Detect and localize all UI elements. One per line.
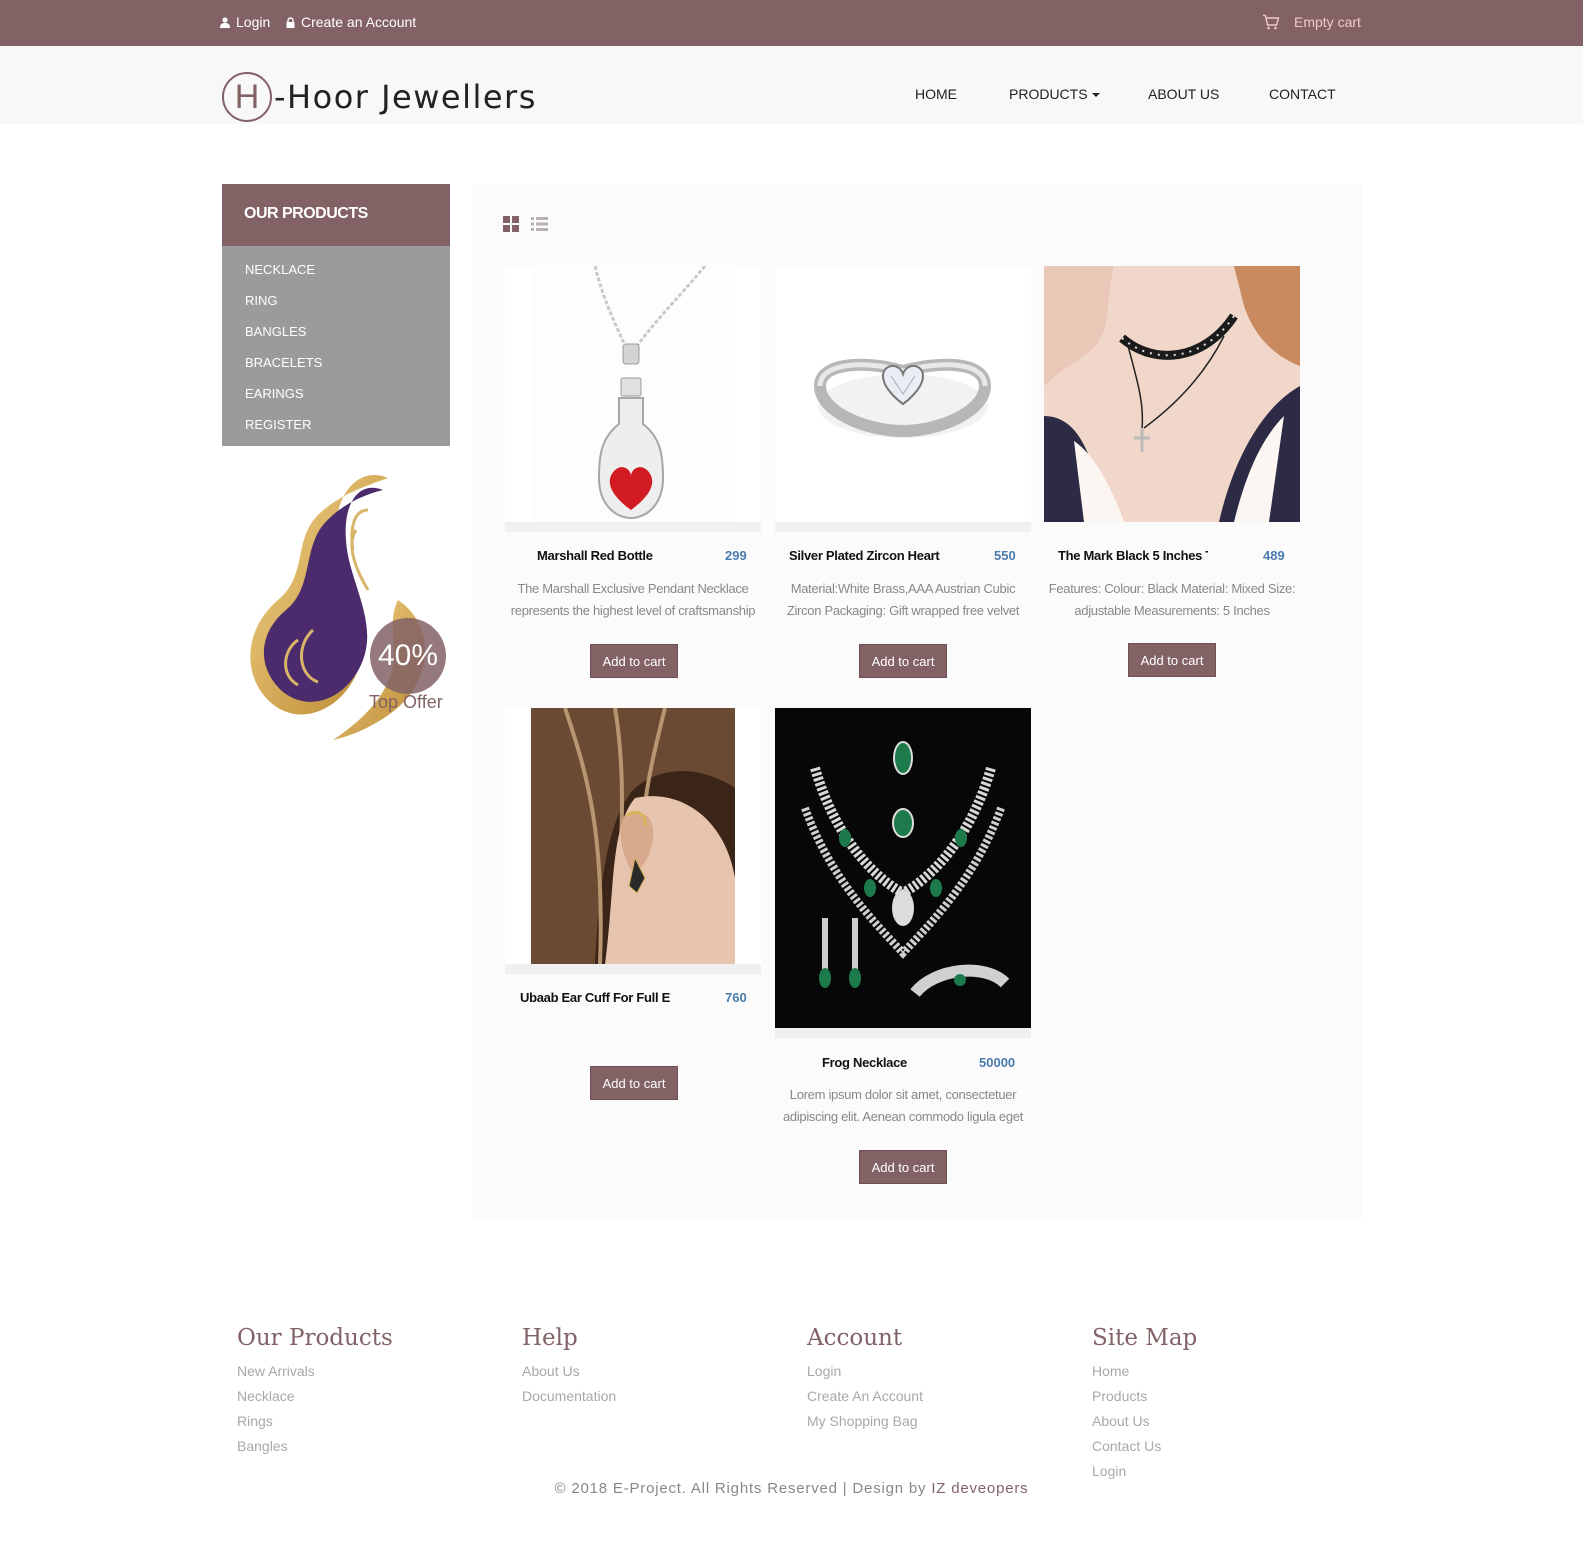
add-to-cart-button[interactable]: Add to cart — [590, 1066, 678, 1100]
promo-percent-badge: 40% — [370, 618, 446, 694]
footer-link[interactable]: About Us — [522, 1363, 616, 1388]
product-description-line: Zircon Packaging: Gift wrapped free velv… — [786, 603, 1020, 618]
footer-column-products: Our Products New Arrivals Necklace Rings… — [237, 1325, 393, 1463]
create-account-label: Create an Account — [301, 14, 417, 30]
copyright-text: © 2018 E-Project. All Rights Reserved | … — [554, 1480, 927, 1497]
card-divider — [775, 1028, 1031, 1038]
nav-products[interactable]: PRODUCTS — [1009, 86, 1100, 102]
list-view-icon[interactable] — [531, 216, 548, 232]
promo-label: Top Offer — [369, 692, 443, 712]
footer-link[interactable]: Products — [1092, 1388, 1197, 1413]
sidebar-title: OUR PRODUCTS — [222, 184, 450, 246]
product-description: Material:White Brass,AAA Austrian Cubic Z… — [775, 578, 1031, 622]
footer-link[interactable]: Documentation — [522, 1388, 616, 1413]
card-divider — [505, 964, 761, 974]
footer-link[interactable]: Bangles — [237, 1438, 393, 1463]
product-price: 489 — [1263, 548, 1285, 563]
sidebar-item-register[interactable]: REGISTER — [222, 409, 450, 440]
product-description-line: represents the highest level of craftsma… — [510, 603, 756, 618]
footer-link[interactable]: Create An Account — [807, 1388, 923, 1413]
sidebar-item-necklace[interactable]: NECKLACE — [222, 254, 450, 285]
sidebar-item-ring[interactable]: RING — [222, 285, 450, 316]
nav-home[interactable]: HOME — [915, 86, 957, 102]
choker-model-image — [1044, 266, 1300, 522]
footer-link[interactable]: Home — [1092, 1363, 1197, 1388]
add-to-cart-button[interactable]: Add to cart — [859, 1150, 947, 1184]
footer-heading: Help — [522, 1325, 578, 1351]
create-account-link[interactable]: Create an Account — [286, 14, 416, 30]
footer-heading: Site Map — [1092, 1325, 1198, 1351]
footer-column-account: Account Login Create An Account My Shopp… — [807, 1325, 923, 1438]
footer-link[interactable]: Login — [807, 1363, 923, 1388]
product-price: 299 — [725, 548, 747, 563]
top-bar: Login Create an Account Empty cart — [0, 0, 1583, 46]
footer-link[interactable]: My Shopping Bag — [807, 1413, 923, 1438]
footer-link[interactable]: About Us — [1092, 1413, 1197, 1438]
copyright: © 2018 E-Project. All Rights Reserved | … — [0, 1480, 1583, 1497]
product-image[interactable] — [505, 708, 761, 964]
product-description-line: adjustable Measurements: 5 Inches — [1074, 603, 1270, 618]
bottle-pendant-image — [531, 266, 735, 522]
grid-view-icon[interactable] — [503, 216, 519, 232]
ear-cuff-model-image — [531, 708, 735, 964]
sidebar-menu: NECKLACE RING BANGLES BRACELETS EARINGS … — [222, 246, 450, 446]
card-divider — [1044, 522, 1300, 532]
product-image[interactable] — [775, 708, 1031, 1028]
card-divider — [505, 522, 761, 532]
footer-link[interactable]: Contact Us — [1092, 1438, 1197, 1463]
footer-heading: Our Products — [237, 1325, 393, 1351]
login-link[interactable]: Login — [220, 14, 270, 30]
product-name[interactable]: Frog Necklace — [822, 1055, 942, 1070]
product-description: Lorem ipsum dolor sit amet, consectetuer… — [775, 1084, 1031, 1128]
product-price: 760 — [725, 990, 747, 1005]
site-header: H -Hoor Jewellers HOME PRODUCTS ABOUT US… — [0, 46, 1583, 124]
add-to-cart-button[interactable]: Add to cart — [1128, 643, 1216, 677]
designer-link[interactable]: IZ deveopers — [931, 1480, 1028, 1497]
cart-label: Empty cart — [1294, 14, 1361, 30]
nav-contact[interactable]: CONTACT — [1269, 86, 1336, 102]
product-image[interactable] — [1044, 266, 1300, 522]
logo-text: -Hoor Jewellers — [274, 78, 537, 116]
add-to-cart-button[interactable]: Add to cart — [859, 644, 947, 678]
footer-link[interactable]: Rings — [237, 1413, 393, 1438]
caret-down-icon — [1091, 93, 1100, 98]
product-image[interactable] — [505, 266, 761, 522]
sidebar-item-earings[interactable]: EARINGS — [222, 378, 450, 409]
product-description-line: Lorem ipsum dolor sit amet, consectetuer — [789, 1087, 1017, 1102]
product-description-line: Features: Colour: Black Material: Mixed … — [1048, 581, 1296, 596]
sidebar-item-bangles[interactable]: BANGLES — [222, 316, 450, 347]
card-divider — [775, 522, 1031, 532]
product-name[interactable]: Ubaab Ear Cuff For Full Ea — [520, 990, 670, 1005]
cart-icon — [1263, 14, 1280, 30]
add-to-cart-button[interactable]: Add to cart — [590, 644, 678, 678]
product-description: The Marshall Exclusive Pendant Necklace r… — [505, 578, 761, 622]
sidebar-item-bracelets[interactable]: BRACELETS — [222, 347, 450, 378]
product-image[interactable] — [775, 266, 1031, 522]
site-logo[interactable]: H -Hoor Jewellers — [222, 72, 537, 122]
user-icon — [220, 16, 230, 28]
footer-link[interactable]: New Arrivals — [237, 1363, 393, 1388]
footer-link[interactable]: Necklace — [237, 1388, 393, 1413]
logo-mark: H — [222, 72, 272, 122]
nav-products-label: PRODUCTS — [1009, 86, 1088, 102]
product-price: 550 — [994, 548, 1016, 563]
product-price: 50000 — [979, 1055, 1016, 1070]
necklace-set-image — [775, 708, 1031, 1028]
footer-heading: Account — [807, 1325, 903, 1351]
silver-ring-image — [813, 358, 992, 438]
product-name[interactable]: Silver Plated Zircon Heart — [789, 548, 949, 563]
footer-column-sitemap: Site Map Home Products About Us Contact … — [1092, 1325, 1197, 1488]
product-description-line: adipiscing elit. Aenean commodo ligula e… — [782, 1109, 1024, 1124]
product-name[interactable]: Marshall Red Bottle — [537, 548, 697, 563]
lock-icon — [286, 16, 295, 28]
login-label: Login — [236, 14, 271, 30]
product-description-line: Material:White Brass,AAA Austrian Cubic — [790, 581, 1016, 596]
nav-about-us[interactable]: ABOUT US — [1148, 86, 1219, 102]
product-name[interactable]: The Mark Black 5 Inches T — [1058, 548, 1208, 563]
product-description-line: The Marshall Exclusive Pendant Necklace — [517, 581, 749, 596]
cart-link[interactable]: Empty cart — [1262, 14, 1361, 30]
product-description: Features: Colour: Black Material: Mixed … — [1044, 578, 1300, 622]
footer-column-help: Help About Us Documentation — [522, 1325, 616, 1413]
